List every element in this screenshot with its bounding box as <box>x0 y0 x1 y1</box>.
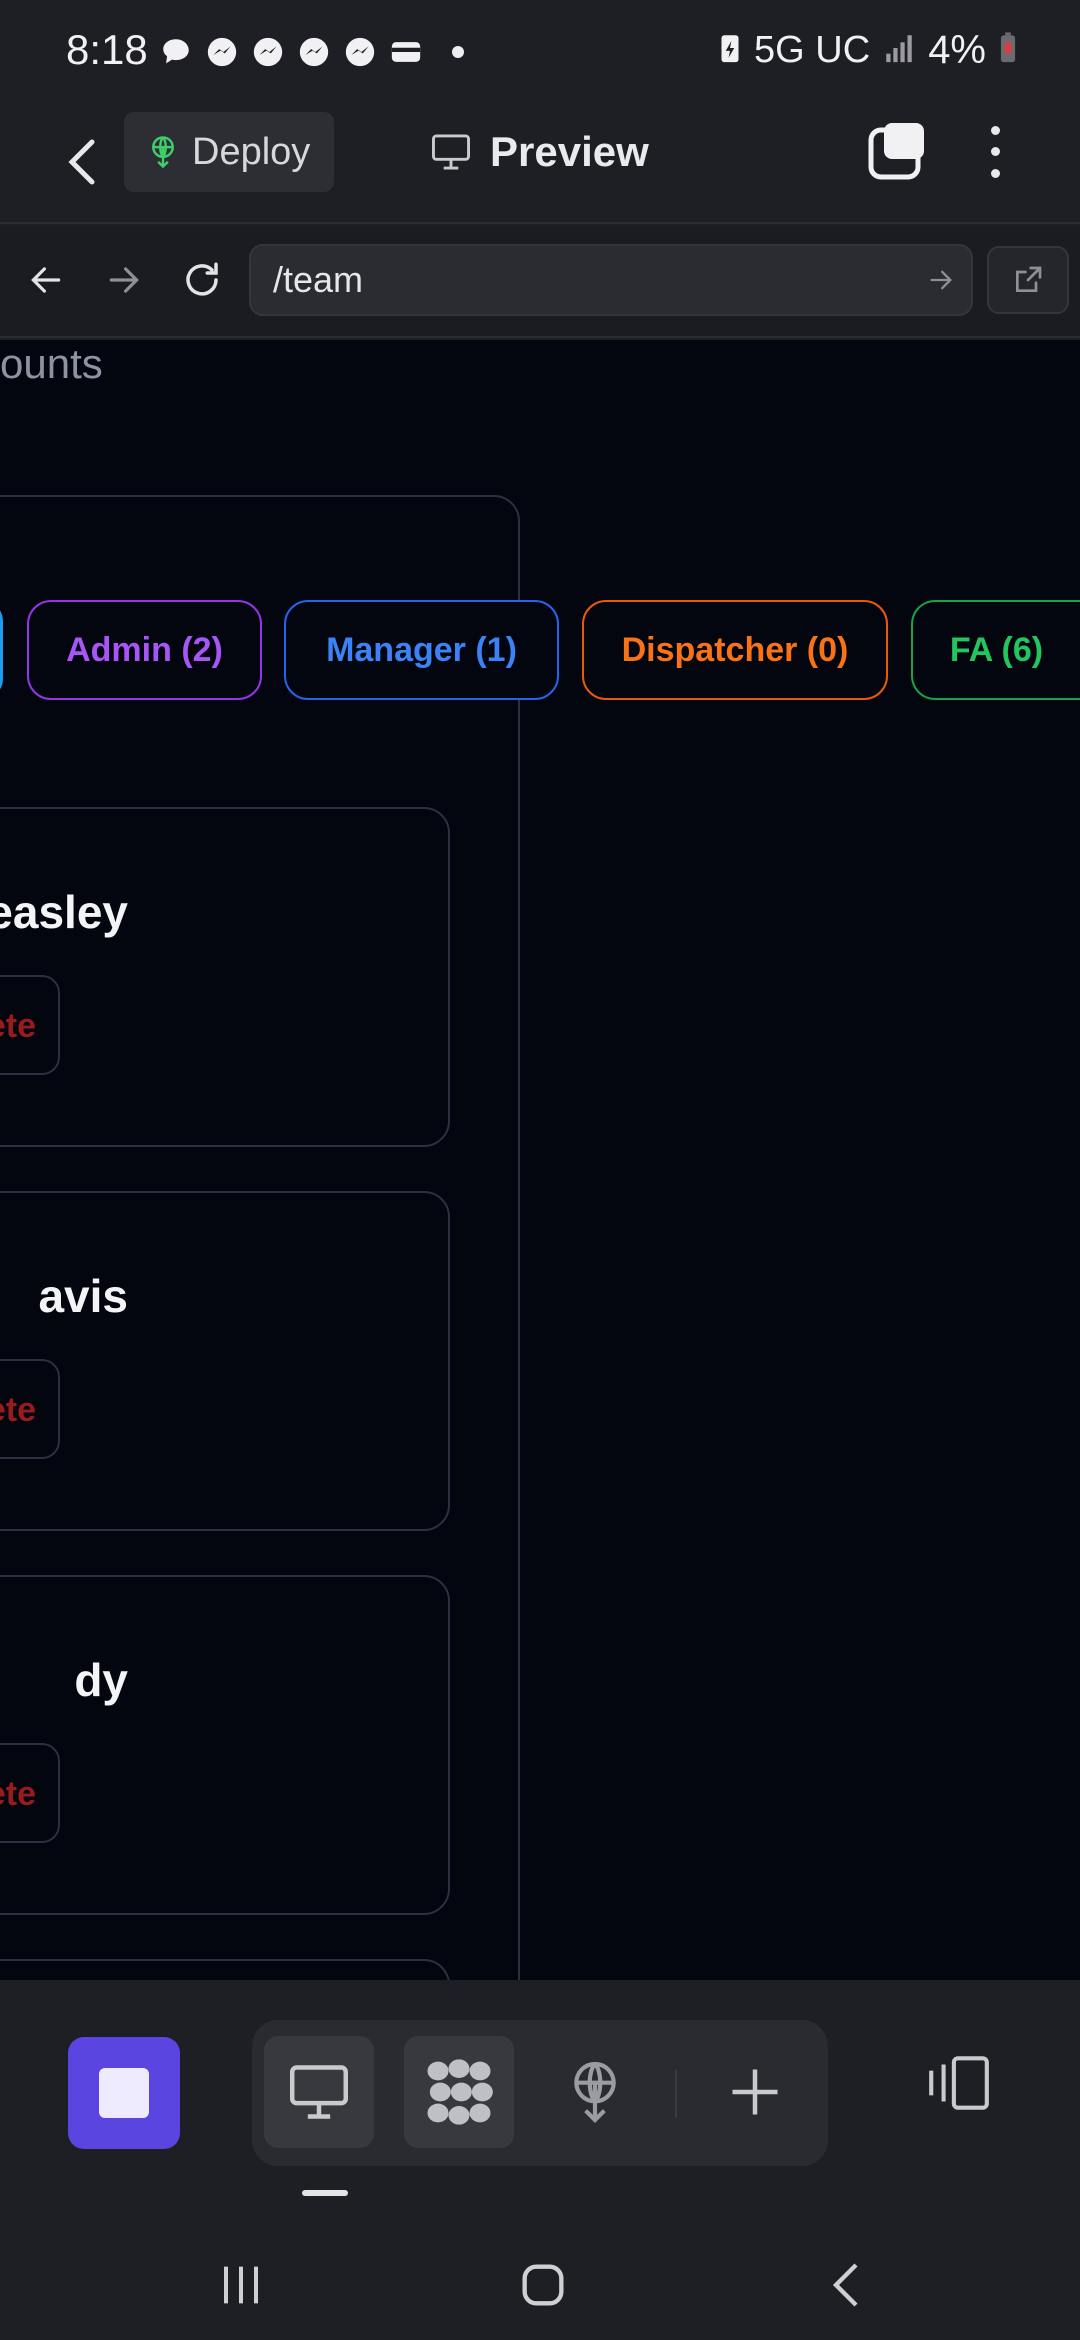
arrow-right-icon <box>109 267 139 293</box>
browser-back-button[interactable] <box>18 252 74 308</box>
chat-bubble-icon <box>158 34 194 70</box>
deploy-button[interactable]: Deploy <box>124 112 334 192</box>
app-bar: Deploy Preview <box>0 104 1080 224</box>
member-card: dy ete <box>0 1575 450 1915</box>
back-icon <box>832 2263 858 2307</box>
tabs-icon <box>868 123 924 180</box>
plus-icon <box>732 2069 778 2115</box>
monitor-icon <box>290 2065 348 2119</box>
toolbar-divider <box>675 2070 677 2118</box>
filter-chip-fa[interactable]: FA (6) <box>911 600 1080 700</box>
url-input[interactable]: /team <box>249 244 973 316</box>
reload-button[interactable] <box>174 252 230 308</box>
recent-apps-icon <box>224 2266 258 2304</box>
open-external-button[interactable] <box>987 246 1069 314</box>
signal-icon <box>882 31 916 70</box>
more-options-icon[interactable] <box>980 120 1010 184</box>
preview-tool-button[interactable] <box>264 2036 374 2148</box>
bottom-toolbar <box>0 1980 1080 2230</box>
add-tool-button[interactable] <box>700 2036 810 2148</box>
delete-label: ete <box>0 1007 36 1045</box>
wallet-icon <box>388 34 424 70</box>
messenger-icon <box>204 34 240 70</box>
stop-icon <box>99 2068 149 2118</box>
member-card <box>0 1959 450 1980</box>
device-switch-button[interactable] <box>918 2043 998 2123</box>
reload-icon <box>186 262 218 296</box>
filter-chip-admin[interactable]: Admin (2) <box>27 600 262 700</box>
member-name: dy <box>74 1654 128 1706</box>
page-heading: ounts <box>0 340 103 387</box>
go-button[interactable] <box>911 250 971 310</box>
member-card: avis ete <box>0 1191 450 1531</box>
device-switch-icon <box>929 2056 989 2110</box>
more-notifications-dot <box>452 46 464 58</box>
arrow-left-icon <box>31 267 61 293</box>
network-type: 5G UC <box>754 28 871 71</box>
member-name: avis <box>38 1270 128 1322</box>
messenger-icon <box>250 34 286 70</box>
stop-button[interactable] <box>68 2037 180 2149</box>
chevron-left-icon <box>68 139 95 185</box>
system-back-button[interactable] <box>806 2250 886 2320</box>
recent-apps-button[interactable] <box>201 2250 281 2320</box>
delete-label: ete <box>0 1775 36 1813</box>
delete-label: ete <box>0 1391 36 1429</box>
workspace-tool-button[interactable] <box>404 2036 514 2148</box>
arrow-right-icon <box>930 270 952 290</box>
delete-button[interactable]: ete <box>0 1359 60 1459</box>
preview-label: Preview <box>490 128 649 175</box>
tabs-button[interactable] <box>868 120 928 180</box>
notification-icons <box>158 32 464 72</box>
system-nav-bar <box>0 2230 1080 2340</box>
delete-button[interactable]: ete <box>0 975 60 1075</box>
browser-bar: /team <box>0 226 1080 338</box>
url-text: /team <box>273 259 364 300</box>
deploy-label: Deploy <box>192 130 311 173</box>
status-bar: 8:18 5G UC 4% <box>0 0 1080 104</box>
battery-saver-icon <box>718 31 742 70</box>
deploy-tool-button[interactable] <box>540 2036 650 2148</box>
page-content: ounts Admin (2) Manager (1) Dispatcher (… <box>0 340 1080 1980</box>
dots-grid-icon <box>427 2059 493 2125</box>
tool-group <box>252 2020 828 2166</box>
preview-title[interactable]: Preview <box>430 120 649 184</box>
monitor-icon <box>432 134 470 170</box>
member-name: easley <box>0 886 128 938</box>
battery-low-icon <box>998 31 1018 70</box>
home-button[interactable] <box>503 2250 583 2320</box>
messenger-icon <box>342 34 378 70</box>
battery-percent: 4% <box>928 27 986 72</box>
deploy-icon <box>574 2061 616 2123</box>
home-icon <box>522 2264 564 2306</box>
deploy-icon <box>152 136 174 169</box>
messenger-icon <box>296 34 332 70</box>
browser-forward-button[interactable] <box>96 252 152 308</box>
external-link-icon <box>1016 266 1042 292</box>
back-button[interactable] <box>54 132 110 192</box>
member-card: easley ete <box>0 807 450 1147</box>
active-indicator <box>302 2190 348 2196</box>
filter-chip-dispatcher[interactable]: Dispatcher (0) <box>582 600 888 700</box>
delete-button[interactable]: ete <box>0 1743 60 1843</box>
status-time: 8:18 <box>66 26 148 73</box>
status-right: 5G UC 4% <box>718 26 1018 74</box>
filter-chip-manager[interactable]: Manager (1) <box>284 600 559 700</box>
